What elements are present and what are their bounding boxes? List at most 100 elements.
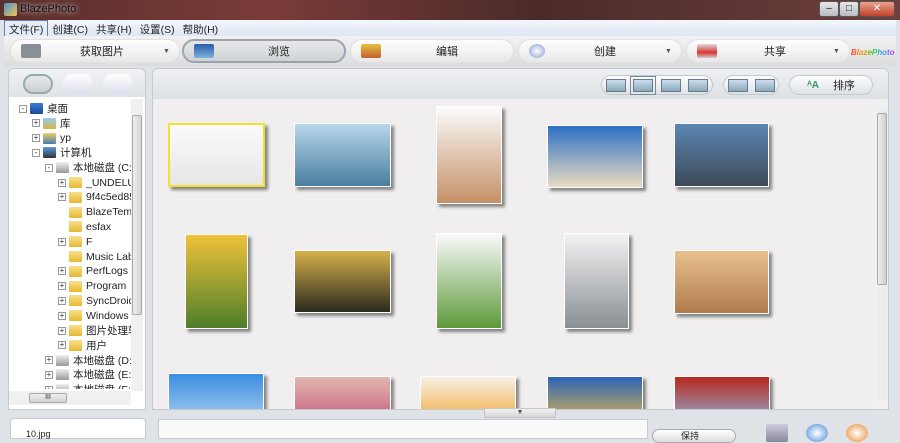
- expand-icon[interactable]: +: [58, 296, 66, 305]
- tree-node[interactable]: + 图片处理软: [58, 323, 131, 338]
- edit-icon: [361, 44, 381, 58]
- folder-icon: [69, 295, 82, 307]
- expand-icon[interactable]: +: [45, 385, 53, 389]
- tree-node[interactable]: esfax: [58, 219, 111, 234]
- photo-thumbnail[interactable]: [294, 376, 391, 409]
- view-small-thumbnails-button[interactable]: [660, 78, 681, 92]
- tree-node[interactable]: + SyncDroid: [58, 293, 131, 308]
- collapse-icon[interactable]: -: [45, 163, 53, 172]
- drive-icon: [56, 162, 69, 174]
- tab-favorites[interactable]: [103, 74, 133, 94]
- view-details-button[interactable]: [688, 78, 709, 92]
- single-view-button[interactable]: [727, 78, 748, 92]
- photo-thumbnail[interactable]: [547, 376, 643, 409]
- collapse-icon[interactable]: -: [32, 148, 40, 157]
- print-icon[interactable]: [766, 424, 788, 442]
- thumbnail-scrollbar[interactable]: [877, 109, 887, 399]
- expand-icon[interactable]: +: [32, 119, 40, 128]
- dropdown-icon[interactable]: ▼: [665, 48, 681, 55]
- tab-calendar[interactable]: [63, 74, 93, 94]
- tab-folders[interactable]: [23, 74, 53, 94]
- share-button[interactable]: 共享 ▼: [686, 39, 850, 63]
- tree-vertical-scrollbar[interactable]: [131, 99, 143, 391]
- photo-thumbnail[interactable]: [674, 123, 769, 187]
- dropdown-icon[interactable]: ▼: [163, 48, 179, 55]
- expand-icon[interactable]: +: [58, 267, 66, 276]
- photo-thumbnail[interactable]: [674, 376, 770, 409]
- expand-icon[interactable]: +: [45, 370, 53, 379]
- slideshow-button[interactable]: [754, 78, 775, 92]
- folder-icon: [69, 206, 82, 218]
- acquire-label: 获取图片: [80, 46, 124, 58]
- tree-node-label: 库: [60, 117, 71, 130]
- sort-icon: ᴬA: [806, 79, 820, 91]
- tree-node-label: 图片处理软: [86, 325, 131, 337]
- expand-icon[interactable]: +: [58, 341, 66, 350]
- folder-icon: [69, 325, 82, 336]
- window-title: BlazePhoto: [20, 3, 77, 15]
- tree-node[interactable]: + PerfLogs: [58, 264, 128, 279]
- tree-node[interactable]: - 本地磁盘 (C:): [45, 160, 131, 175]
- tree-node[interactable]: + 本地磁盘 (F:): [45, 382, 131, 389]
- tree-node[interactable]: +9f4c5ed85: [58, 190, 131, 205]
- expand-icon[interactable]: +: [58, 311, 66, 320]
- photo-thumbnail[interactable]: [674, 250, 769, 314]
- photo-thumbnail[interactable]: [436, 106, 502, 204]
- tree-node[interactable]: Music Lab: [58, 249, 131, 264]
- view-thumbnails-button[interactable]: [630, 75, 657, 95]
- drive-icon: [56, 384, 69, 389]
- export-disc-icon[interactable]: [846, 424, 868, 442]
- expand-icon[interactable]: +: [32, 134, 40, 143]
- acquire-button[interactable]: 获取图片 ▼: [10, 39, 180, 63]
- expand-icon[interactable]: +: [58, 326, 66, 335]
- photo-thumbnail[interactable]: [564, 233, 629, 329]
- tree-node[interactable]: + _UNDELU: [58, 175, 131, 190]
- photo-thumbnail[interactable]: [294, 250, 391, 313]
- close-button[interactable]: ✕: [859, 1, 895, 17]
- minimize-button[interactable]: –: [819, 1, 839, 17]
- edit-button[interactable]: 编辑: [350, 39, 514, 63]
- folder-icon: [69, 177, 82, 188]
- photo-thumbnail[interactable]: [168, 123, 265, 187]
- create-button[interactable]: 创建 ▼: [518, 39, 682, 63]
- tree-node[interactable]: + 用户: [58, 338, 107, 353]
- photo-thumbnail[interactable]: [420, 376, 516, 409]
- photo-thumbnail[interactable]: [185, 234, 248, 329]
- tree-node[interactable]: BlazeTem: [58, 205, 131, 220]
- dropdown-icon[interactable]: ▼: [833, 48, 849, 55]
- browse-label: 浏览: [268, 46, 290, 58]
- photo-thumbnail[interactable]: [436, 233, 502, 329]
- browse-button[interactable]: 浏览: [182, 39, 346, 63]
- photo-thumbnail[interactable]: [294, 123, 391, 187]
- tree-node[interactable]: - 计算机: [32, 145, 92, 160]
- photo-thumbnail[interactable]: [547, 125, 643, 188]
- expand-icon[interactable]: +: [58, 282, 66, 291]
- maximize-button[interactable]: □: [839, 1, 859, 17]
- tree-node[interactable]: + 本地磁盘 (D:): [45, 353, 131, 368]
- tree-horizontal-scrollbar[interactable]: III: [9, 391, 131, 405]
- keep-button[interactable]: 保持: [652, 429, 736, 443]
- expand-icon[interactable]: +: [58, 178, 66, 187]
- expand-icon[interactable]: +: [45, 356, 53, 365]
- tree-node[interactable]: + Windows: [58, 308, 129, 323]
- view-preview-button[interactable]: [605, 78, 626, 92]
- tree-node-label: yp: [60, 132, 72, 145]
- tree-node[interactable]: + yp: [32, 131, 71, 146]
- folder-icon: [69, 265, 82, 277]
- photo-thumbnail[interactable]: [168, 373, 264, 409]
- desktop-icon: [30, 103, 43, 114]
- sort-button[interactable]: ᴬA 排序: [789, 75, 873, 95]
- expand-icon[interactable]: +: [58, 193, 66, 202]
- tree-node[interactable]: + 本地磁盘 (E:): [45, 367, 131, 382]
- burn-disc-icon[interactable]: [806, 424, 828, 442]
- tree-node[interactable]: + Program: [58, 279, 126, 294]
- tree-node-label: Windows: [86, 309, 129, 322]
- computer-icon: [43, 147, 56, 159]
- tree-node[interactable]: - 桌面: [19, 101, 68, 116]
- collapse-icon[interactable]: -: [19, 104, 27, 113]
- folder-icon: [69, 236, 82, 248]
- expand-icon[interactable]: +: [58, 237, 66, 246]
- tree-node[interactable]: + 库: [32, 116, 71, 131]
- collapse-panel-button[interactable]: ▼: [484, 408, 556, 418]
- tree-node[interactable]: + F: [58, 234, 92, 249]
